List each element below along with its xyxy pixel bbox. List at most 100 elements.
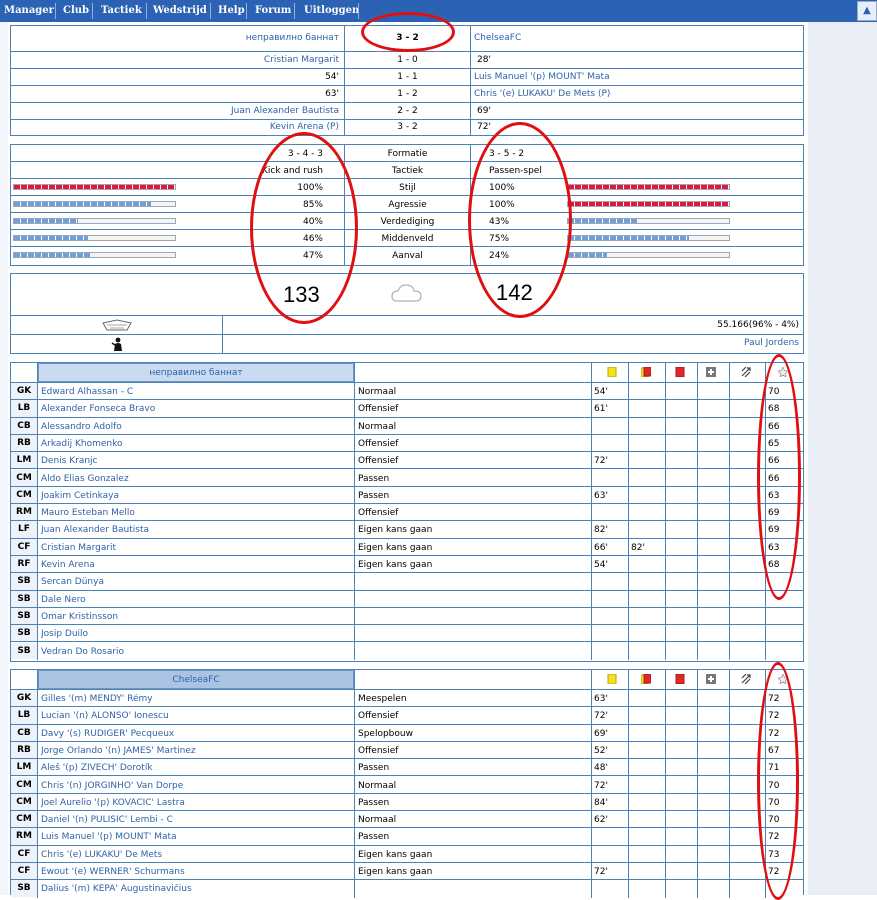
player-name[interactable]: Sercan Dünya bbox=[41, 577, 351, 587]
lineup-team-header[interactable]: неправилно баннат bbox=[38, 363, 354, 382]
player-name[interactable]: Dalius '(m) KEPA' Augustinavičius bbox=[41, 884, 351, 894]
player-position: SB bbox=[11, 880, 37, 897]
player-instruction: Spelopbouw bbox=[358, 728, 413, 739]
player-name[interactable]: Joakim Cetinkaya bbox=[41, 491, 351, 501]
player-name[interactable]: Vedran Do Rosario bbox=[41, 647, 351, 657]
nav-forum[interactable]: Forum bbox=[255, 0, 291, 22]
player-position: CM bbox=[11, 486, 37, 504]
player-name[interactable]: Aleš '(p) ZIVECH' Dorotík bbox=[41, 763, 351, 773]
player-position: RB bbox=[11, 741, 37, 759]
tactics-away-value: 3 - 5 - 2 bbox=[489, 149, 525, 159]
injury-icon bbox=[706, 674, 716, 684]
goal-away-minute: 28' bbox=[477, 55, 491, 65]
player-instruction: Passen bbox=[358, 797, 390, 808]
player-name[interactable]: Aldo Elias Gonzalez bbox=[41, 474, 351, 484]
player-name[interactable]: Dale Nero bbox=[41, 595, 351, 605]
player-name[interactable]: Daniel '(n) PULISIC' Lembi - C bbox=[41, 815, 351, 825]
player-name[interactable]: Arkadij Khomenko bbox=[41, 439, 351, 449]
player-name[interactable]: Denis Kranjc bbox=[41, 456, 351, 466]
yellow-card-minute: 82' bbox=[594, 525, 608, 536]
player-name[interactable]: Josip Duilo bbox=[41, 629, 351, 639]
away-team-name[interactable]: ChelseaFC bbox=[474, 33, 521, 43]
player-name[interactable]: Edward Alhassan - C bbox=[41, 387, 351, 397]
player-rating: 65 bbox=[768, 438, 780, 449]
player-rating: 73 bbox=[768, 849, 780, 860]
player-name[interactable]: Cristian Margarit bbox=[41, 543, 351, 553]
player-position: RB bbox=[11, 434, 37, 452]
yellow-card-minute: 66' bbox=[594, 542, 608, 553]
tactics-label: Tactiek bbox=[391, 166, 424, 176]
goal-away-player[interactable]: Chris '(e) LUKAKU' De Mets (P) bbox=[474, 89, 610, 99]
table-row: RM Luis Manuel '(p) MOUNT' Mata Passen 72 bbox=[11, 828, 803, 846]
player-name[interactable]: Alexander Fonseca Bravo bbox=[41, 404, 351, 414]
table-row: LF Juan Alexander Bautista Eigen kans gaan… bbox=[11, 521, 803, 539]
tactics-away-value: 75% bbox=[489, 234, 510, 244]
player-position: SB bbox=[11, 642, 37, 659]
player-position: CF bbox=[11, 863, 37, 880]
yellow-card-minute: 69' bbox=[594, 728, 608, 739]
yellow-card-minute: 72' bbox=[594, 867, 608, 877]
player-name[interactable]: Chris '(e) LUKAKU' De Mets bbox=[41, 850, 351, 860]
player-instruction: Offensief bbox=[358, 404, 399, 415]
goal-score: 1 - 0 bbox=[397, 55, 418, 65]
lineup-team-header[interactable]: ChelseaFC bbox=[38, 670, 354, 689]
yellow-card-minute: 84' bbox=[594, 797, 608, 808]
tactics-away-value: 100% bbox=[489, 183, 515, 193]
player-position: GK bbox=[11, 690, 37, 707]
player-name[interactable]: Chris '(n) JORGINHO' Van Dorpe bbox=[41, 781, 351, 791]
goal-home-player[interactable]: Kevin Arena (P) bbox=[11, 122, 339, 132]
table-row: CM Chris '(n) JORGINHO' Van Dorpe Normaal 7… bbox=[11, 776, 803, 794]
player-name[interactable]: Alessandro Adolfo bbox=[41, 422, 351, 432]
player-rating: 72 bbox=[768, 711, 780, 722]
table-row: CB Alessandro Adolfo Normaal 66 bbox=[11, 417, 803, 435]
player-name[interactable]: Davy '(s) RUDIGER' Pecqueux bbox=[41, 729, 351, 739]
tactics-row: 40% Verdediging 43% bbox=[11, 213, 803, 230]
nav-uitloggen[interactable]: Uitloggen bbox=[304, 0, 359, 22]
player-position: SB bbox=[11, 607, 37, 625]
red-card-icon bbox=[675, 674, 685, 684]
goal-row: 54' 1 - 1 Luis Manuel '(p) MOUNT' Mata bbox=[11, 69, 803, 86]
nav-help[interactable]: Help bbox=[218, 0, 245, 22]
scroll-up-icon[interactable]: ▲ bbox=[857, 1, 877, 21]
player-rating: 69 bbox=[768, 525, 780, 536]
nav-club[interactable]: Club bbox=[63, 0, 89, 22]
player-name[interactable]: Ewout '(e) WERNER' Schurmans bbox=[41, 867, 351, 877]
player-position: RM bbox=[11, 504, 37, 521]
player-name[interactable]: Kevin Arena bbox=[41, 560, 351, 570]
home-strength-bar bbox=[13, 201, 176, 207]
table-row: GK Edward Alhassan - C Normaal 54' 70 bbox=[11, 383, 803, 401]
nav-manager[interactable]: Manager bbox=[4, 0, 54, 22]
tactics-row: 47% Aanval 24% bbox=[11, 247, 803, 265]
goal-home-player[interactable]: Cristian Margarit bbox=[11, 55, 339, 65]
player-name[interactable]: Lucian '(n) ALONSO' Ionescu bbox=[41, 711, 351, 721]
goal-away-minute: 72' bbox=[477, 122, 491, 132]
injury-icon bbox=[706, 367, 716, 377]
player-name[interactable]: Jorge Orlando '(n) JAMES' Martinez bbox=[41, 746, 351, 756]
goal-away-player[interactable]: Luis Manuel '(p) MOUNT' Mata bbox=[474, 72, 610, 82]
player-name[interactable]: Omar Kristinsson bbox=[41, 612, 351, 622]
table-row: RB Arkadij Khomenko Offensief 65 bbox=[11, 434, 803, 453]
lineup-header-row: ChelseaFC bbox=[11, 670, 803, 690]
player-instruction: Eigen kans gaan bbox=[358, 560, 433, 570]
player-name[interactable]: Gilles '(m) MENDY' Rémy bbox=[41, 694, 351, 704]
table-row: CM Joel Aurelio '(p) KOVACIC' Lastra Passe… bbox=[11, 793, 803, 812]
weather-row bbox=[11, 274, 803, 316]
tactics-home-value: Kick and rush bbox=[261, 166, 323, 176]
score-header-row: неправилно баннат 3 - 2 ChelseaFC bbox=[11, 26, 803, 52]
yellow-card-minute: 54' bbox=[594, 560, 608, 570]
player-name[interactable]: Luis Manuel '(p) MOUNT' Mata bbox=[41, 832, 351, 842]
referee-name[interactable]: Paul Jordens bbox=[223, 338, 799, 348]
table-row: SB Vedran Do Rosario bbox=[11, 642, 803, 660]
nav-wedstrijd[interactable]: Wedstrijd bbox=[153, 0, 207, 22]
yellow-card-icon bbox=[607, 367, 617, 377]
player-name[interactable]: Juan Alexander Bautista bbox=[41, 525, 351, 535]
table-row: LM Aleš '(p) ZIVECH' Dorotík Passen 48' 71 bbox=[11, 759, 803, 777]
yellow-red-card-icon bbox=[641, 367, 651, 377]
player-name[interactable]: Mauro Esteban Mello bbox=[41, 508, 351, 518]
home-team-name[interactable]: неправилно баннат bbox=[11, 33, 339, 43]
nav-tactiek[interactable]: Tactiek bbox=[101, 0, 142, 22]
referee-icon bbox=[111, 337, 122, 351]
away-strength-bar bbox=[567, 184, 730, 190]
player-name[interactable]: Joel Aurelio '(p) KOVACIC' Lastra bbox=[41, 798, 351, 808]
goal-home-player[interactable]: Juan Alexander Bautista bbox=[11, 106, 339, 116]
